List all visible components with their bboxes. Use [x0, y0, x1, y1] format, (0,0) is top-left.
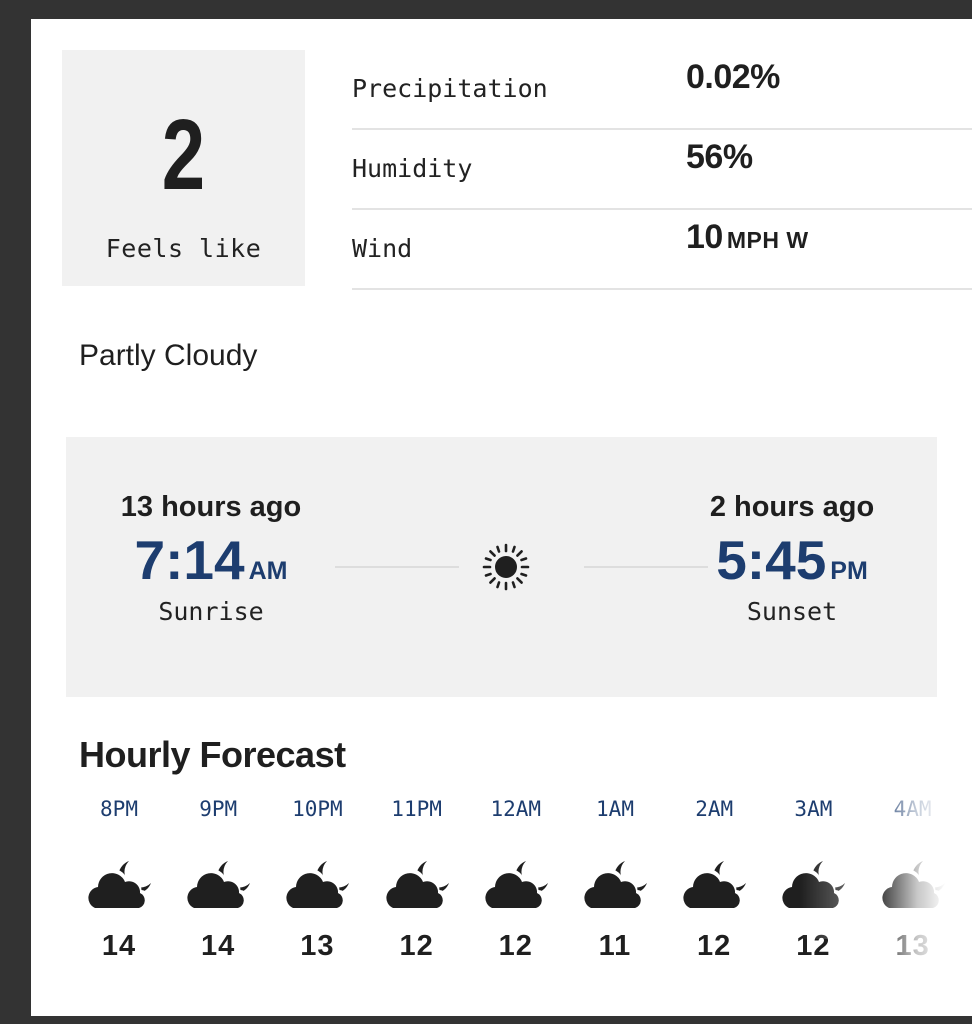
- hourly-time: 8PM: [100, 797, 138, 821]
- hourly-time: 3AM: [794, 797, 833, 821]
- sunset-ago: 2 hours ago: [709, 491, 875, 523]
- hourly-temp: 14: [201, 930, 236, 962]
- hourly-temp: 13: [895, 930, 930, 962]
- sunset-time: 5:45 PM: [662, 529, 922, 591]
- hourly-item[interactable]: 11PM 12: [367, 794, 467, 963]
- sun-icon: [482, 543, 530, 591]
- sunrise-label: Sunrise: [158, 597, 264, 626]
- hourly-time: 4AM: [893, 797, 932, 821]
- hourly-temp: 12: [796, 930, 831, 962]
- partly-cloudy-night-icon: [484, 861, 549, 910]
- detail-label: Humidity: [352, 154, 473, 183]
- hourly-temp: 14: [101, 930, 137, 962]
- hourly-forecast-list[interactable]: 8PM 14 9PM 14 10PM 13 11PM 12 12AM 12 1A…: [69, 794, 969, 1004]
- partly-cloudy-night-icon: [682, 861, 747, 910]
- detail-row-precipitation: Precipitation 0.02%: [352, 50, 972, 130]
- sunset-time-value: 5:45: [716, 529, 827, 591]
- detail-label: Wind: [352, 234, 413, 263]
- hourly-item[interactable]: 10PM 13: [267, 794, 367, 963]
- partly-cloudy-night-icon: [186, 861, 251, 910]
- hourly-forecast-title: Hourly Forecast: [79, 734, 346, 775]
- hourly-temp: 11: [598, 930, 632, 962]
- hourly-item[interactable]: 12AM 12: [466, 794, 566, 963]
- partly-cloudy-night-icon: [285, 861, 350, 910]
- feels-like-label: Feels like: [105, 234, 262, 263]
- hourly-item[interactable]: 8PM 14: [69, 794, 169, 963]
- hourly-time: 2AM: [695, 797, 734, 821]
- hourly-temp: 12: [697, 930, 732, 962]
- weather-details: Precipitation 0.02% Humidity 56% Wind 10…: [352, 50, 972, 290]
- sunrise-ago: 13 hours ago: [120, 491, 302, 523]
- hourly-item[interactable]: 9PM 14: [168, 794, 268, 963]
- detail-row-wind: Wind 10 MPH W: [352, 210, 972, 290]
- detail-value: 56%: [686, 138, 757, 177]
- detail-row-humidity: Humidity 56%: [352, 130, 972, 210]
- detail-unit: MPH W: [726, 227, 809, 253]
- partly-cloudy-night-icon: [384, 861, 450, 910]
- sunrise-time-value: 7:14: [134, 529, 245, 591]
- detail-value-number: 0.02%: [686, 58, 780, 96]
- detail-value: 0.02%: [686, 58, 784, 97]
- hourly-temp: 12: [498, 930, 533, 962]
- detail-value-number: 10: [686, 218, 723, 256]
- hourly-item[interactable]: 2AM 12: [664, 794, 764, 963]
- hourly-item[interactable]: 1AM 11: [565, 794, 665, 963]
- sunrise-time: 7:14 AM: [81, 529, 341, 591]
- partly-cloudy-night-icon: [781, 861, 846, 910]
- hourly-temp: 12: [399, 930, 434, 962]
- detail-value: 10 MPH W: [686, 218, 809, 257]
- partly-cloudy-night-icon: [880, 861, 946, 910]
- sunrise-block: 13 hours ago 7:14 AM Sunrise: [81, 489, 341, 626]
- hourly-time: 10PM: [292, 797, 343, 821]
- sunset-block: 2 hours ago 5:45 PM Sunset: [662, 489, 922, 626]
- weather-card: 2 Feels like Precipitation 0.02% Humidit…: [31, 19, 972, 1016]
- partly-cloudy-night-icon: [87, 861, 152, 910]
- sun-panel: 13 hours ago 7:14 AM Sunrise 2 hours ago…: [66, 437, 937, 697]
- hourly-time: 12AM: [490, 797, 542, 821]
- partly-cloudy-night-icon: [583, 861, 648, 910]
- sunset-label: Sunset: [746, 597, 838, 626]
- sunrise-ampm: AM: [248, 557, 288, 585]
- hourly-temp: 13: [300, 930, 335, 962]
- hourly-time: 11PM: [391, 797, 442, 821]
- detail-value-number: 56%: [686, 138, 753, 176]
- feels-like-value: 2: [161, 99, 206, 211]
- hourly-item[interactable]: 3AM 12: [763, 794, 863, 963]
- sunset-ampm: PM: [830, 557, 868, 585]
- hourly-time: 9PM: [199, 797, 238, 821]
- hourly-item[interactable]: 4AM 13: [863, 794, 963, 963]
- divider-line: [335, 566, 459, 568]
- feels-like-box: 2 Feels like: [62, 50, 305, 286]
- detail-label: Precipitation: [352, 74, 548, 103]
- weather-condition: Partly Cloudy: [79, 339, 258, 372]
- hourly-time: 1AM: [596, 797, 634, 821]
